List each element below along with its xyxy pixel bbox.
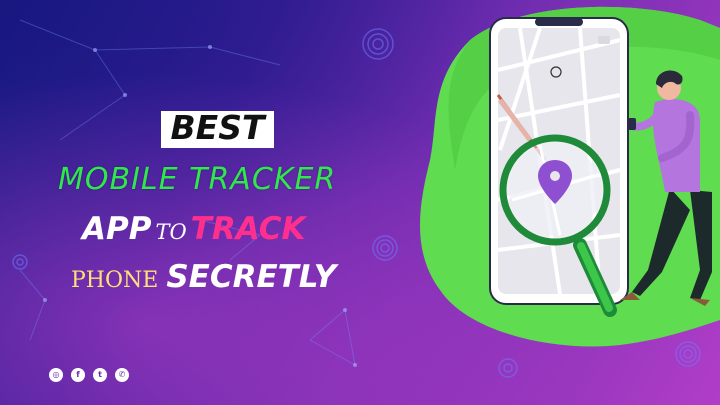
headline: BEST MOBILE TRACKER APP TO TRACK PHONE SECR… xyxy=(0,0,720,405)
word-app: APP xyxy=(82,211,152,247)
word-track: TRACK xyxy=(190,211,306,247)
headline-line-mobile-tracker: MOBILE TRACKER xyxy=(58,162,337,197)
headline-line-app-to-track: APP TO TRACK xyxy=(82,206,372,252)
whatsapp-icon[interactable]: ✆ xyxy=(115,368,129,382)
word-phone: PHONE xyxy=(71,268,159,293)
best-label: BEST xyxy=(170,108,265,147)
word-secretly: SECRETLY xyxy=(166,259,337,295)
headline-line-phone-secretly: PHONE SECRETLY xyxy=(71,254,371,300)
twitter-icon[interactable]: t xyxy=(93,368,107,382)
social-icons: ◎ f t ✆ xyxy=(49,368,129,382)
instagram-icon[interactable]: ◎ xyxy=(49,368,63,382)
facebook-icon[interactable]: f xyxy=(71,368,85,382)
word-to: TO xyxy=(155,220,187,244)
